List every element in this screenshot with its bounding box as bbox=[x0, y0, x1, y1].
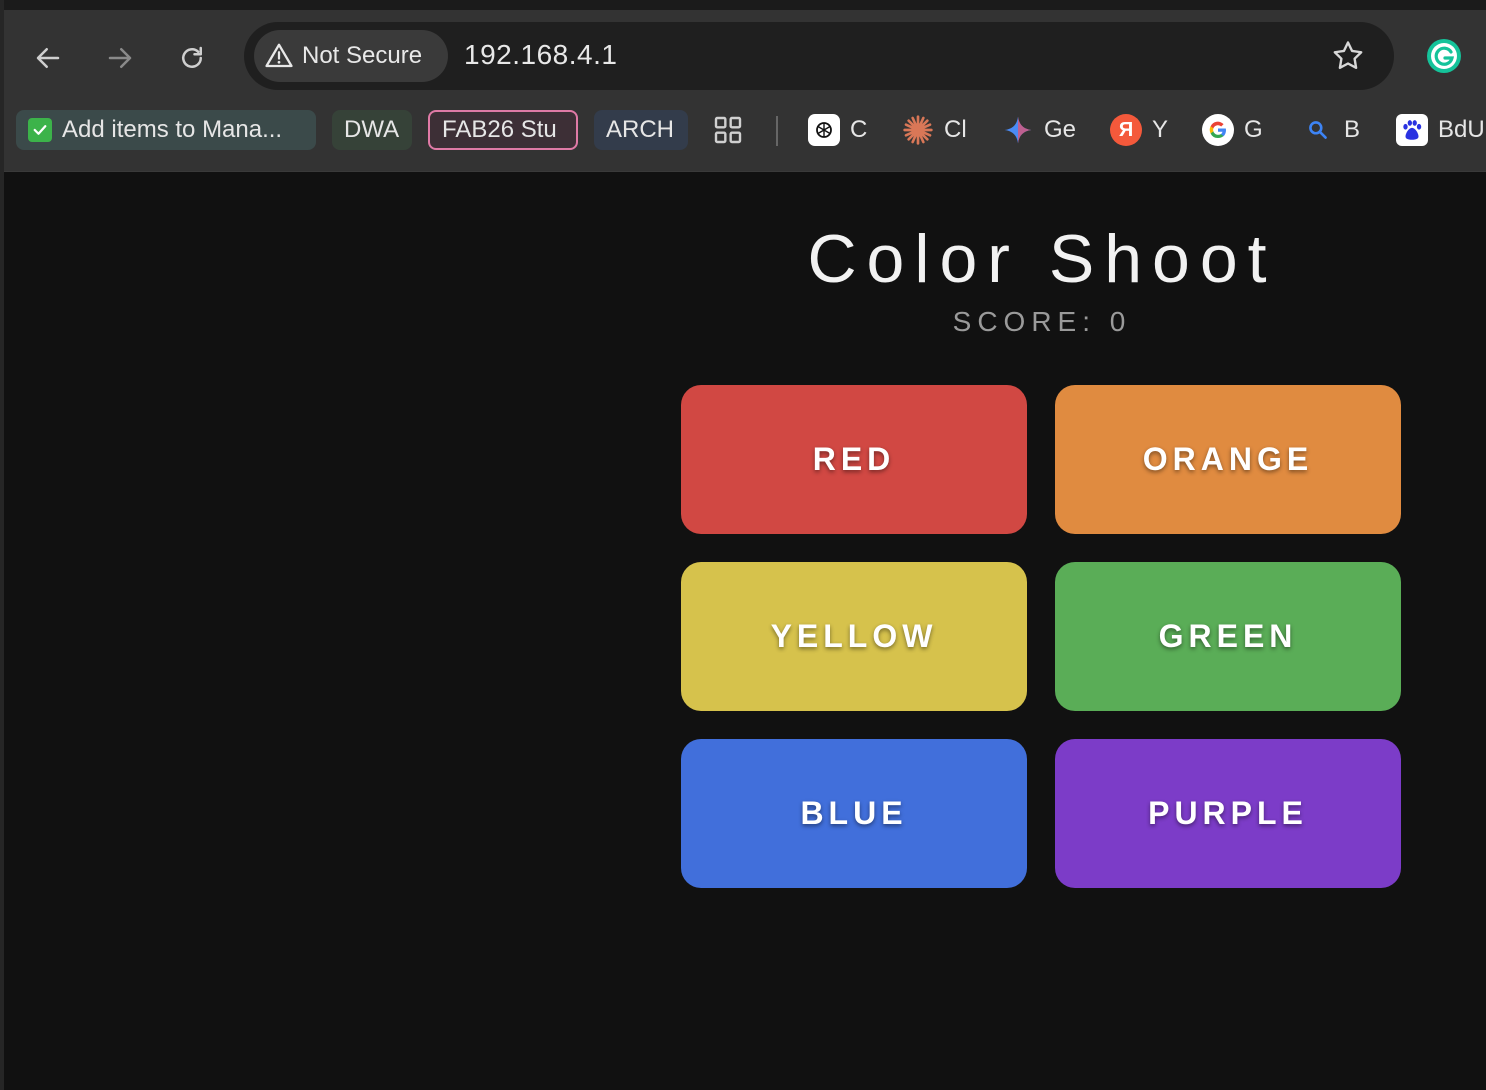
bookmark-label: Cl bbox=[944, 116, 967, 143]
browser-window: Not Secure 192.168.4.1 Add items to Mana… bbox=[4, 0, 1486, 1090]
arrow-right-icon bbox=[108, 48, 132, 68]
bookmark-chatgpt[interactable]: C bbox=[796, 110, 879, 150]
bookmark-baidu[interactable]: BdU bbox=[1384, 110, 1485, 150]
green-button[interactable]: GREEN bbox=[1055, 562, 1401, 711]
bookmark-folder-arch[interactable]: ARCH bbox=[594, 110, 688, 150]
window-top-strip bbox=[4, 0, 1486, 10]
bookmark-label: Add items to Mana... bbox=[62, 116, 283, 143]
orange-button[interactable]: ORANGE bbox=[1055, 385, 1401, 534]
google-icon bbox=[1202, 114, 1234, 146]
bookmark-label: BdU bbox=[1438, 116, 1485, 143]
back-button[interactable] bbox=[28, 38, 68, 78]
bookmark-label: ARCH bbox=[606, 116, 675, 143]
gemini-icon bbox=[1002, 114, 1034, 146]
bookmark-label: G bbox=[1244, 116, 1263, 143]
page-content: Color Shoot SCORE: 0 RED ORANGE YELLOW G… bbox=[4, 172, 1486, 1090]
arrow-left-icon bbox=[36, 48, 60, 68]
bookmark-gemini[interactable]: Ge bbox=[990, 110, 1088, 150]
reload-button[interactable] bbox=[172, 38, 212, 78]
reload-icon bbox=[182, 46, 202, 68]
url-text[interactable]: 192.168.4.1 bbox=[464, 39, 617, 71]
bookmark-bing[interactable]: B bbox=[1290, 110, 1372, 150]
blue-button[interactable]: BLUE bbox=[681, 739, 1027, 888]
score-display: SCORE: 0 bbox=[952, 306, 1132, 337]
grid-icon bbox=[714, 116, 742, 144]
apps-grid-button[interactable] bbox=[706, 110, 756, 150]
security-chip[interactable]: Not Secure bbox=[254, 30, 448, 82]
bookmark-label: B bbox=[1344, 116, 1361, 143]
warning-icon bbox=[264, 41, 294, 71]
forward-button[interactable] bbox=[100, 38, 140, 78]
bookmarks-divider bbox=[776, 116, 778, 146]
address-bar[interactable]: Not Secure 192.168.4.1 bbox=[244, 22, 1394, 90]
bookmarks-bar: Add items to Mana... DWA FAB26 Stu ARCH bbox=[4, 100, 1486, 172]
bookmark-claude[interactable]: Cl bbox=[890, 110, 979, 150]
chatgpt-icon bbox=[808, 114, 840, 146]
search-icon bbox=[1302, 114, 1334, 146]
bookmark-google[interactable]: G bbox=[1190, 110, 1275, 150]
yellow-button[interactable]: YELLOW bbox=[681, 562, 1027, 711]
bookmark-folder-manage[interactable]: Add items to Mana... bbox=[16, 110, 316, 150]
baidu-icon bbox=[1396, 114, 1428, 146]
bookmark-label: DWA bbox=[344, 116, 400, 143]
bookmark-star-icon[interactable] bbox=[1330, 38, 1366, 74]
check-box-icon bbox=[28, 118, 52, 142]
browser-toolbar: Not Secure 192.168.4.1 bbox=[4, 10, 1486, 100]
color-button-grid: RED ORANGE YELLOW GREEN BLUE PURPLE bbox=[681, 385, 1401, 888]
bookmark-yandex[interactable]: Я Y bbox=[1098, 110, 1180, 150]
red-button[interactable]: RED bbox=[681, 385, 1027, 534]
bookmark-label: Y bbox=[1152, 116, 1169, 143]
bookmark-label: FAB26 Stu bbox=[442, 116, 557, 143]
bookmark-label: Ge bbox=[1044, 116, 1077, 143]
grammarly-extension-icon[interactable] bbox=[1426, 38, 1462, 74]
yandex-icon: Я bbox=[1110, 114, 1142, 146]
purple-button[interactable]: PURPLE bbox=[1055, 739, 1401, 888]
bookmark-folder-dwa[interactable]: DWA bbox=[332, 110, 412, 150]
game-title: Color Shoot bbox=[807, 221, 1277, 297]
bookmark-label: C bbox=[850, 116, 868, 143]
security-label: Not Secure bbox=[302, 42, 423, 69]
bookmark-folder-fab26[interactable]: FAB26 Stu bbox=[428, 110, 578, 150]
claude-icon bbox=[902, 114, 934, 146]
